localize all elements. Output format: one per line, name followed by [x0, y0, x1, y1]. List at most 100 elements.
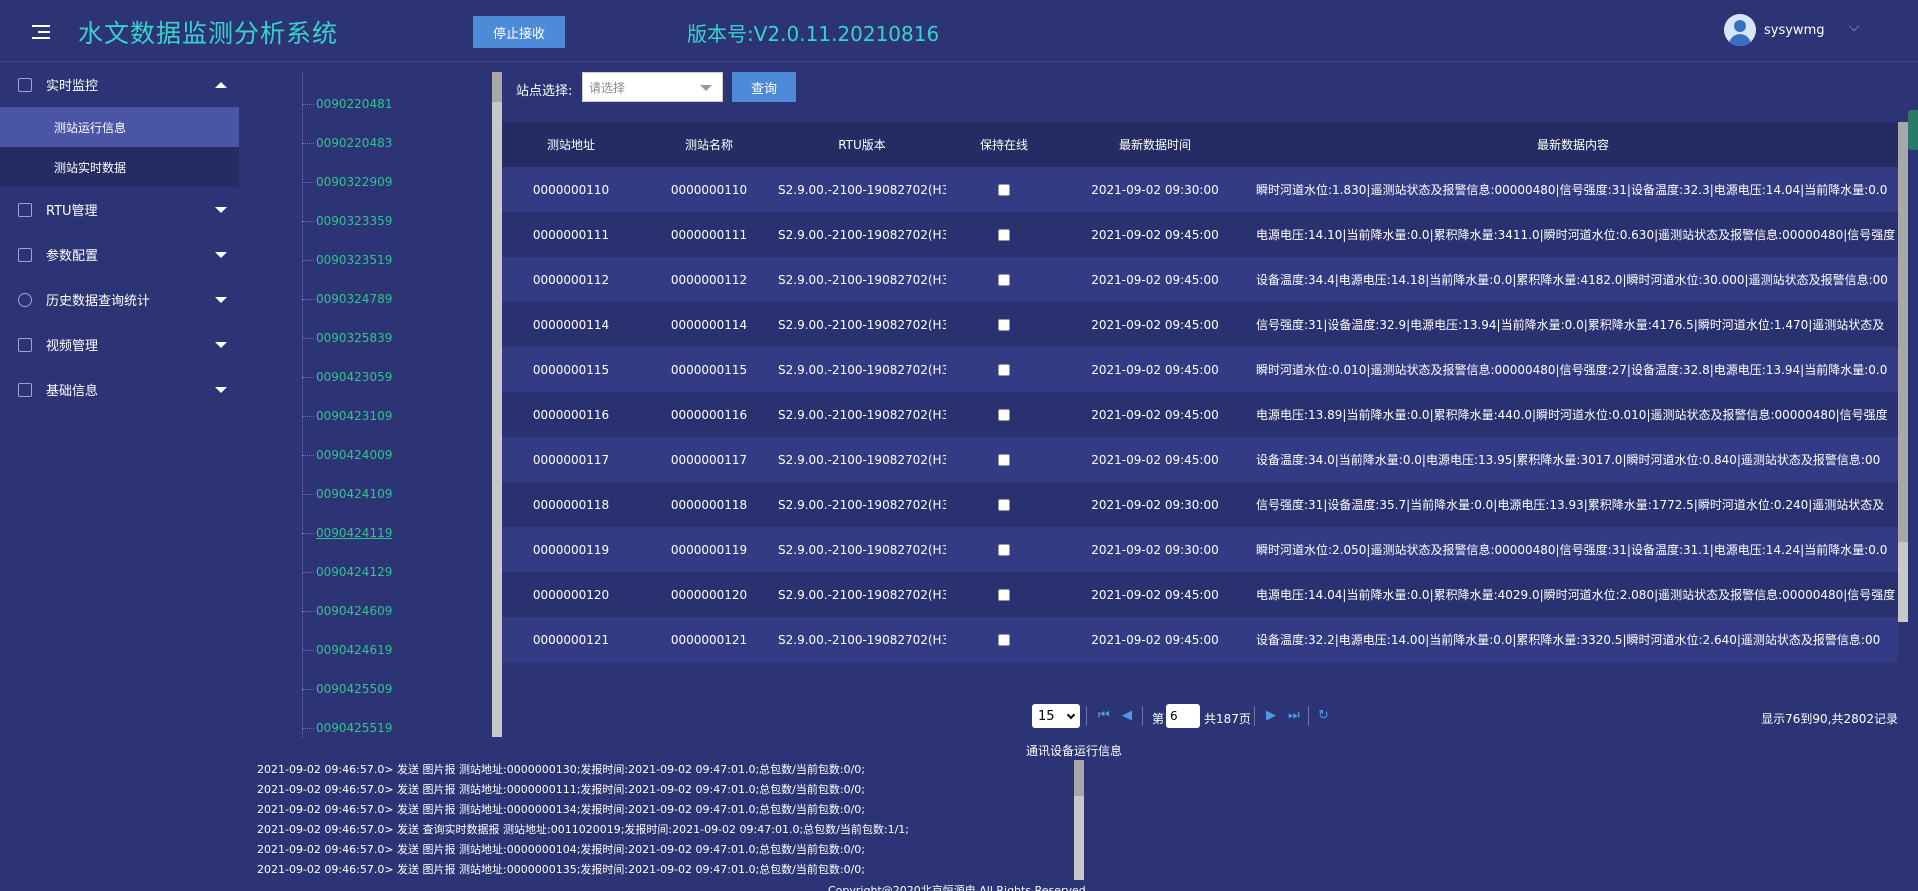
cell-station-address: 0000000118: [502, 482, 640, 527]
app-header: 水文数据监测分析系统 停止接收 版本号:V2.0.11.20210816 sys…: [0, 0, 1918, 62]
video-icon: [18, 337, 32, 352]
table-row[interactable]: 0000000118 0000000118 S2.9.00.-2100-190827…: [502, 482, 1898, 527]
sidebar-item-config[interactable]: 参数配置: [0, 232, 239, 277]
tree-item[interactable]: 0090424009: [302, 445, 392, 465]
first-page-icon[interactable]: ⏮: [1098, 708, 1110, 723]
menu-toggle-icon[interactable]: [32, 25, 50, 39]
prev-page-icon[interactable]: ◀: [1122, 708, 1132, 723]
pagination: 15 ⏮ ◀ 第 6 共187页 ▶ ⏭ ↻ 显示76到90,共2802记录: [502, 702, 1904, 732]
station-table: 测站地址 测站名称 RTU版本 保持在线 最新数据时间 最新数据内容 00000…: [502, 122, 1898, 672]
table-row[interactable]: 0000000121 0000000121 S2.9.00.-2100-190827…: [502, 617, 1898, 662]
query-button[interactable]: 查询: [732, 72, 796, 102]
keep-online-checkbox[interactable]: [998, 499, 1010, 511]
tree-item[interactable]: 0090423059: [302, 367, 392, 387]
tree-item[interactable]: 0090424619: [302, 640, 392, 660]
tree-item-label[interactable]: 0090424609: [316, 604, 392, 618]
tree-item-label[interactable]: 0090325839: [316, 331, 392, 345]
cell-station-address: 0000000117: [502, 437, 640, 482]
sidebar-item-basic-info[interactable]: 基础信息: [0, 367, 239, 412]
tree-item[interactable]: 0090322909: [302, 172, 392, 192]
tree-item[interactable]: 0090423109: [302, 406, 392, 426]
tree-branch: [302, 532, 314, 534]
table-row[interactable]: 0000000119 0000000119 S2.9.00.-2100-190827…: [502, 527, 1898, 572]
log-line: 2021-09-02 09:46:57.0> 发送 图片报 测站地址:00000…: [257, 783, 865, 796]
side-tab[interactable]: [1908, 110, 1918, 150]
sidebar-item-realtime-monitor[interactable]: 实时监控: [0, 62, 239, 107]
keep-online-checkbox[interactable]: [998, 184, 1010, 196]
table-row[interactable]: 0000000112 0000000112 S2.9.00.-2100-190827…: [502, 257, 1898, 302]
tree-item-label[interactable]: 0090323359: [316, 214, 392, 228]
table-row[interactable]: 0000000117 0000000117 S2.9.00.-2100-190827…: [502, 437, 1898, 482]
tree-item-label[interactable]: 0090424619: [316, 643, 392, 657]
tree-item[interactable]: 0090424129: [302, 562, 392, 582]
next-page-icon[interactable]: ▶: [1266, 708, 1276, 723]
keep-online-checkbox[interactable]: [998, 364, 1010, 376]
tree-item[interactable]: 0090424609: [302, 601, 392, 621]
cell-station-name: 0000000111: [640, 212, 778, 257]
page-size-select[interactable]: 15: [1032, 704, 1080, 728]
keep-online-checkbox[interactable]: [998, 589, 1010, 601]
tree-item-label[interactable]: 0090424109: [316, 487, 392, 501]
keep-online-checkbox[interactable]: [998, 454, 1010, 466]
log-scrollbar[interactable]: [1074, 760, 1084, 880]
page-number-input[interactable]: 6: [1166, 704, 1200, 728]
table-scrollbar[interactable]: [1898, 122, 1908, 622]
table-row[interactable]: 0000000120 0000000120 S2.9.00.-2100-190827…: [502, 572, 1898, 617]
tree-item[interactable]: 0090220481: [302, 94, 392, 114]
table-row[interactable]: 0000000116 0000000116 S2.9.00.-2100-190827…: [502, 392, 1898, 437]
tree-item[interactable]: 0090323359: [302, 211, 392, 231]
tree-item[interactable]: 0090220483: [302, 133, 392, 153]
tree-item-label[interactable]: 0090425509: [316, 682, 392, 696]
tree-item-label[interactable]: 0090423059: [316, 370, 392, 384]
column-header: RTU版本: [778, 122, 946, 167]
sidebar-subitem-station-realtime[interactable]: 测站实时数据: [0, 147, 239, 187]
table-row[interactable]: 0000000111 0000000111 S2.9.00.-2100-190827…: [502, 212, 1898, 257]
keep-online-checkbox[interactable]: [998, 229, 1010, 241]
cell-keep-online: [946, 617, 1062, 662]
cell-rtu-version: S2.9.00.-2100-19082702(H3.1): [778, 572, 946, 617]
tree-item-label[interactable]: 0090220483: [316, 136, 392, 150]
cell-station-address: 0000000114: [502, 302, 640, 347]
cell-latest-time: 2021-09-02 09:45:00: [1062, 257, 1248, 302]
tree-item[interactable]: 0090323519: [302, 250, 392, 270]
sidebar-item-label: 实时监控: [46, 79, 99, 94]
keep-online-checkbox[interactable]: [998, 274, 1010, 286]
stop-receive-button[interactable]: 停止接收: [473, 16, 565, 48]
sidebar-item-rtu[interactable]: RTU管理: [0, 187, 239, 232]
sidebar-item-video[interactable]: 视频管理: [0, 322, 239, 367]
tree-item[interactable]: 0090324789: [302, 289, 392, 309]
username[interactable]: sysywmg: [1764, 23, 1824, 38]
log-title: 通讯设备运行信息: [1026, 744, 1123, 758]
table-row[interactable]: 0000000110 0000000110 S2.9.00.-2100-190827…: [502, 167, 1898, 212]
tree-item[interactable]: 0090425519: [302, 718, 392, 737]
keep-online-checkbox[interactable]: [998, 544, 1010, 556]
tree-item-label[interactable]: 0090324789: [316, 292, 392, 306]
tree-item-label[interactable]: 0090423109: [316, 409, 392, 423]
keep-online-checkbox[interactable]: [998, 319, 1010, 331]
chevron-down-icon[interactable]: [1848, 20, 1860, 32]
tree-item-label[interactable]: 0090322909: [316, 175, 392, 189]
tree-item[interactable]: 0090325839: [302, 328, 392, 348]
user-avatar-icon[interactable]: [1724, 14, 1756, 46]
tree-scrollbar[interactable]: [492, 72, 502, 737]
keep-online-checkbox[interactable]: [998, 409, 1010, 421]
tree-item[interactable]: 0090424119: [302, 523, 392, 543]
sidebar-item-history[interactable]: 历史数据查询统计: [0, 277, 239, 322]
station-select[interactable]: 请选择: [582, 72, 723, 102]
cell-station-address: 0000000116: [502, 392, 640, 437]
cell-latest-time: 2021-09-02 09:45:00: [1062, 347, 1248, 392]
tree-item[interactable]: 0090425509: [302, 679, 392, 699]
tree-item-label[interactable]: 0090220481: [316, 97, 392, 111]
last-page-icon[interactable]: ⏭: [1288, 708, 1300, 723]
tree-item-label[interactable]: 0090425519: [316, 721, 392, 735]
tree-item-label[interactable]: 0090424009: [316, 448, 392, 462]
table-row[interactable]: 0000000114 0000000114 S2.9.00.-2100-190827…: [502, 302, 1898, 347]
tree-item[interactable]: 0090424109: [302, 484, 392, 504]
sidebar-subitem-station-running[interactable]: 测站运行信息: [0, 107, 239, 147]
keep-online-checkbox[interactable]: [998, 634, 1010, 646]
tree-item-label[interactable]: 0090424119: [316, 526, 392, 540]
tree-item-label[interactable]: 0090424129: [316, 565, 392, 579]
refresh-icon[interactable]: ↻: [1318, 708, 1329, 723]
table-row[interactable]: 0000000115 0000000115 S2.9.00.-2100-190827…: [502, 347, 1898, 392]
tree-item-label[interactable]: 0090323519: [316, 253, 392, 267]
